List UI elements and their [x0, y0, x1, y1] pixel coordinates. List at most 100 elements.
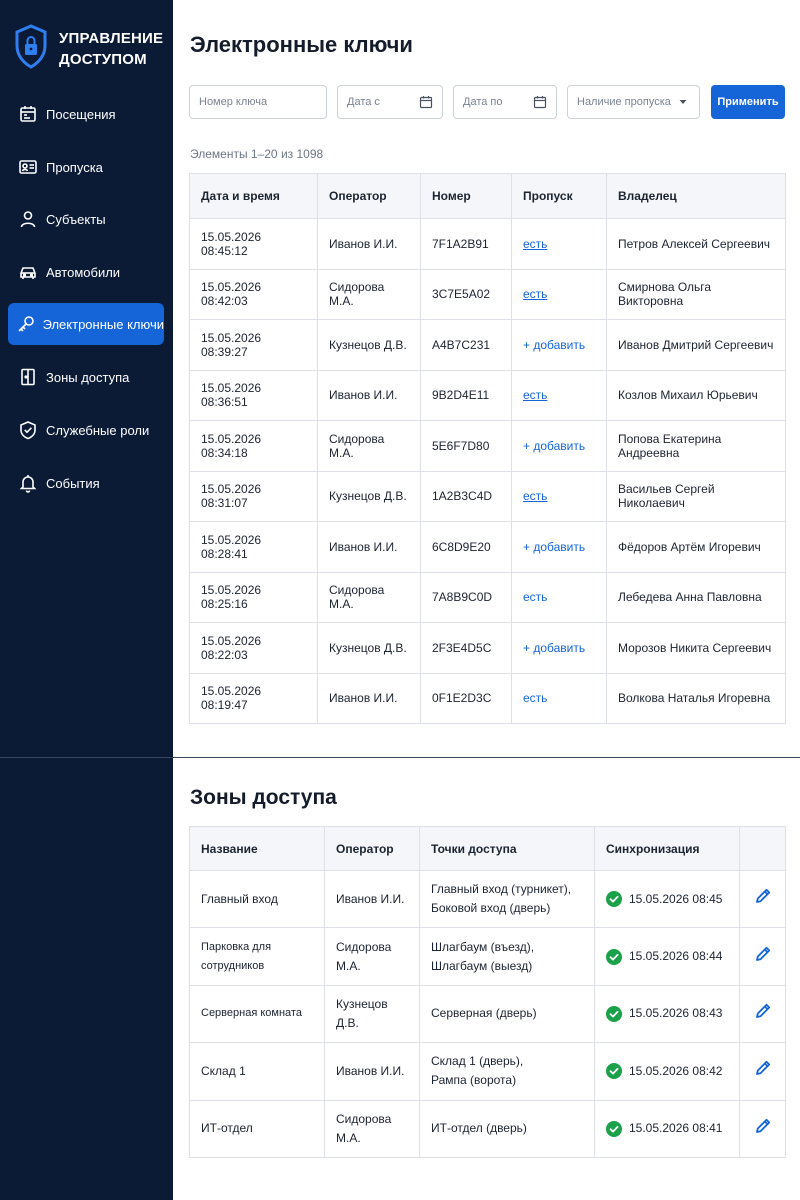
pass-link[interactable]: есть — [523, 237, 547, 251]
edit-cell — [739, 869, 786, 929]
sidebar-item-label: События — [46, 475, 100, 491]
datetime-cell: 15.05.2026 08:39:27 — [189, 319, 318, 371]
column-header[interactable]: Оператор — [317, 173, 421, 219]
pass-link[interactable]: есть — [523, 287, 547, 301]
pass-cell: + добавить — [511, 521, 607, 573]
table-row: 15.05.2026 08:39:27 Кузнецов Д.В. A4B7C231… — [189, 319, 786, 371]
datetime-cell: 15.05.2026 08:36:51 — [189, 369, 318, 421]
sync-timestamp: 15.05.2026 08:45 — [629, 891, 723, 906]
operator-cell: Сидорова М.А. — [324, 1099, 420, 1158]
add-pass-link[interactable]: + добавить — [523, 439, 585, 453]
sidebar-item-passes[interactable]: Пропуска — [8, 146, 164, 188]
datetime-cell: 15.05.2026 08:19:47 — [189, 672, 318, 724]
sidebar-item-label: Зоны доступа — [46, 369, 130, 385]
sync-cell: 15.05.2026 08:42 — [594, 1042, 740, 1101]
column-header[interactable]: Название — [189, 826, 325, 871]
table-row: 15.05.2026 08:42:03 Сидорова М.А. 3C7E5A02… — [189, 268, 786, 320]
check-circle-icon — [606, 891, 629, 908]
pass-link[interactable]: есть — [523, 489, 547, 503]
pass-link[interactable]: есть — [523, 388, 547, 402]
bell-icon — [10, 473, 46, 493]
key-number-cell: 0F1E2D3C — [420, 672, 512, 724]
key-number-cell: 7A8B9C0D — [420, 571, 512, 623]
table-header-row: Дата и время Оператор Номер Пропуск Влад… — [189, 173, 786, 219]
check-circle-icon — [606, 1120, 629, 1137]
edit-cell — [739, 927, 786, 986]
sync-timestamp: 15.05.2026 08:43 — [629, 1006, 723, 1021]
edit-pencil-icon[interactable] — [754, 1003, 772, 1023]
table-row: Главный вход Иванов И.И. Главный вход (тур… — [189, 869, 786, 929]
sync-timestamp: 15.05.2026 08:44 — [629, 949, 723, 964]
sidebar-item-events[interactable]: События — [8, 462, 164, 504]
date-to-placeholder: Дата по — [463, 96, 503, 108]
operator-cell: Кузнецов Д.В. — [324, 984, 420, 1044]
sync-cell: 15.05.2026 08:45 — [594, 869, 740, 929]
key-number-cell: 5E6F7D80 — [420, 420, 512, 472]
table-header-row: Название Оператор Точки доступа Синхрони… — [189, 826, 786, 871]
operator-cell: Иванов И.И. — [317, 369, 421, 421]
pass-cell: есть — [511, 571, 607, 623]
edit-pencil-icon[interactable] — [754, 1118, 772, 1138]
operator-cell: Иванов И.И. — [317, 521, 421, 573]
sidebar-item-access-zones[interactable]: Зоны доступа — [8, 356, 164, 398]
key-number-input[interactable]: Номер ключа — [189, 85, 327, 119]
owner-cell: Волкова Наталья Игоревна — [606, 672, 786, 724]
key-number-cell: 1A2B3C4D — [420, 470, 512, 522]
key-number-cell: 7F1A2B91 — [420, 218, 512, 270]
sidebar-item-electronic-keys[interactable]: Электронные ключи — [8, 303, 164, 345]
operator-cell: Сидорова М.А. — [324, 927, 420, 986]
access-points-cell: Серверная (дверь) — [419, 984, 595, 1044]
sidebar-item-visits[interactable]: Посещения — [8, 93, 164, 135]
sync-cell: 15.05.2026 08:43 — [594, 984, 740, 1044]
date-to-input[interactable]: Дата по — [453, 85, 557, 119]
add-pass-link[interactable]: + добавить — [523, 338, 585, 352]
operator-cell: Кузнецов Д.В. — [317, 622, 421, 674]
pass-cell: есть — [511, 268, 607, 320]
calendar-icon[interactable] — [533, 95, 547, 109]
sidebar-item-service-roles[interactable]: Служебные роли — [8, 409, 164, 451]
table-row: 15.05.2026 08:45:12 Иванов И.И. 7F1A2B91 ес… — [189, 218, 786, 270]
sidebar-item-label: Субъекты — [46, 211, 106, 227]
pass-link[interactable]: есть — [523, 691, 547, 705]
date-from-placeholder: Дата с — [347, 96, 380, 108]
operator-cell: Сидорова М.А. — [317, 420, 421, 472]
edit-pencil-icon[interactable] — [754, 889, 772, 908]
sidebar-item-label: Посещения — [46, 106, 116, 122]
sync-cell: 15.05.2026 08:41 — [594, 1099, 740, 1158]
sidebar-item-subjects[interactable]: Субъекты — [8, 198, 164, 240]
calendar-icon[interactable] — [419, 95, 433, 109]
zones-table: Название Оператор Точки доступа Синхрони… — [189, 826, 786, 1158]
edit-pencil-icon[interactable] — [754, 946, 772, 966]
sidebar: УПРАВЛЕНИЕ ДОСТУПОМ Посещения Пропуска С… — [0, 0, 173, 757]
chevron-down-icon — [676, 95, 690, 109]
column-header — [739, 826, 786, 871]
sidebar-item-cars[interactable]: Автомобили — [8, 251, 164, 293]
add-pass-link[interactable]: + добавить — [523, 540, 585, 554]
pass-link[interactable]: есть — [523, 590, 547, 604]
column-header[interactable]: Владелец — [606, 173, 786, 219]
pass-availability-select[interactable]: Наличие пропуска — [567, 85, 700, 119]
column-header[interactable]: Синхронизация — [594, 826, 740, 871]
edit-pencil-icon[interactable] — [754, 1061, 772, 1080]
owner-cell: Козлов Михаил Юрьевич — [606, 369, 786, 421]
sidebar-item-label: Автомобили — [46, 264, 121, 280]
column-header[interactable]: Пропуск — [511, 173, 607, 219]
column-header[interactable]: Номер — [420, 173, 512, 219]
apply-button[interactable]: Применить — [711, 85, 785, 119]
add-pass-link[interactable]: + добавить — [523, 641, 585, 655]
date-from-input[interactable]: Дата с — [337, 85, 443, 119]
owner-cell: Иванов Дмитрий Сергеевич — [606, 319, 786, 371]
key-number-cell: A4B7C231 — [420, 319, 512, 371]
table-row: ИТ-отдел Сидорова М.А. ИТ-отдел (дверь) 15.… — [189, 1099, 786, 1158]
id-card-icon — [10, 157, 46, 177]
calendar-icon — [10, 104, 46, 124]
column-header[interactable]: Точки доступа — [419, 826, 595, 871]
column-header[interactable]: Дата и время — [189, 173, 318, 219]
brand-title: УПРАВЛЕНИЕ ДОСТУПОМ — [59, 30, 164, 68]
sync-timestamp: 15.05.2026 08:42 — [629, 1063, 723, 1078]
column-header[interactable]: Оператор — [324, 826, 420, 871]
access-points-cell: ИТ-отдел (дверь) — [419, 1099, 595, 1158]
zone-name-cell: Главный вход — [189, 869, 325, 929]
items-count: Элементы 1–20 из 1098 — [190, 147, 324, 161]
car-icon — [10, 262, 46, 282]
